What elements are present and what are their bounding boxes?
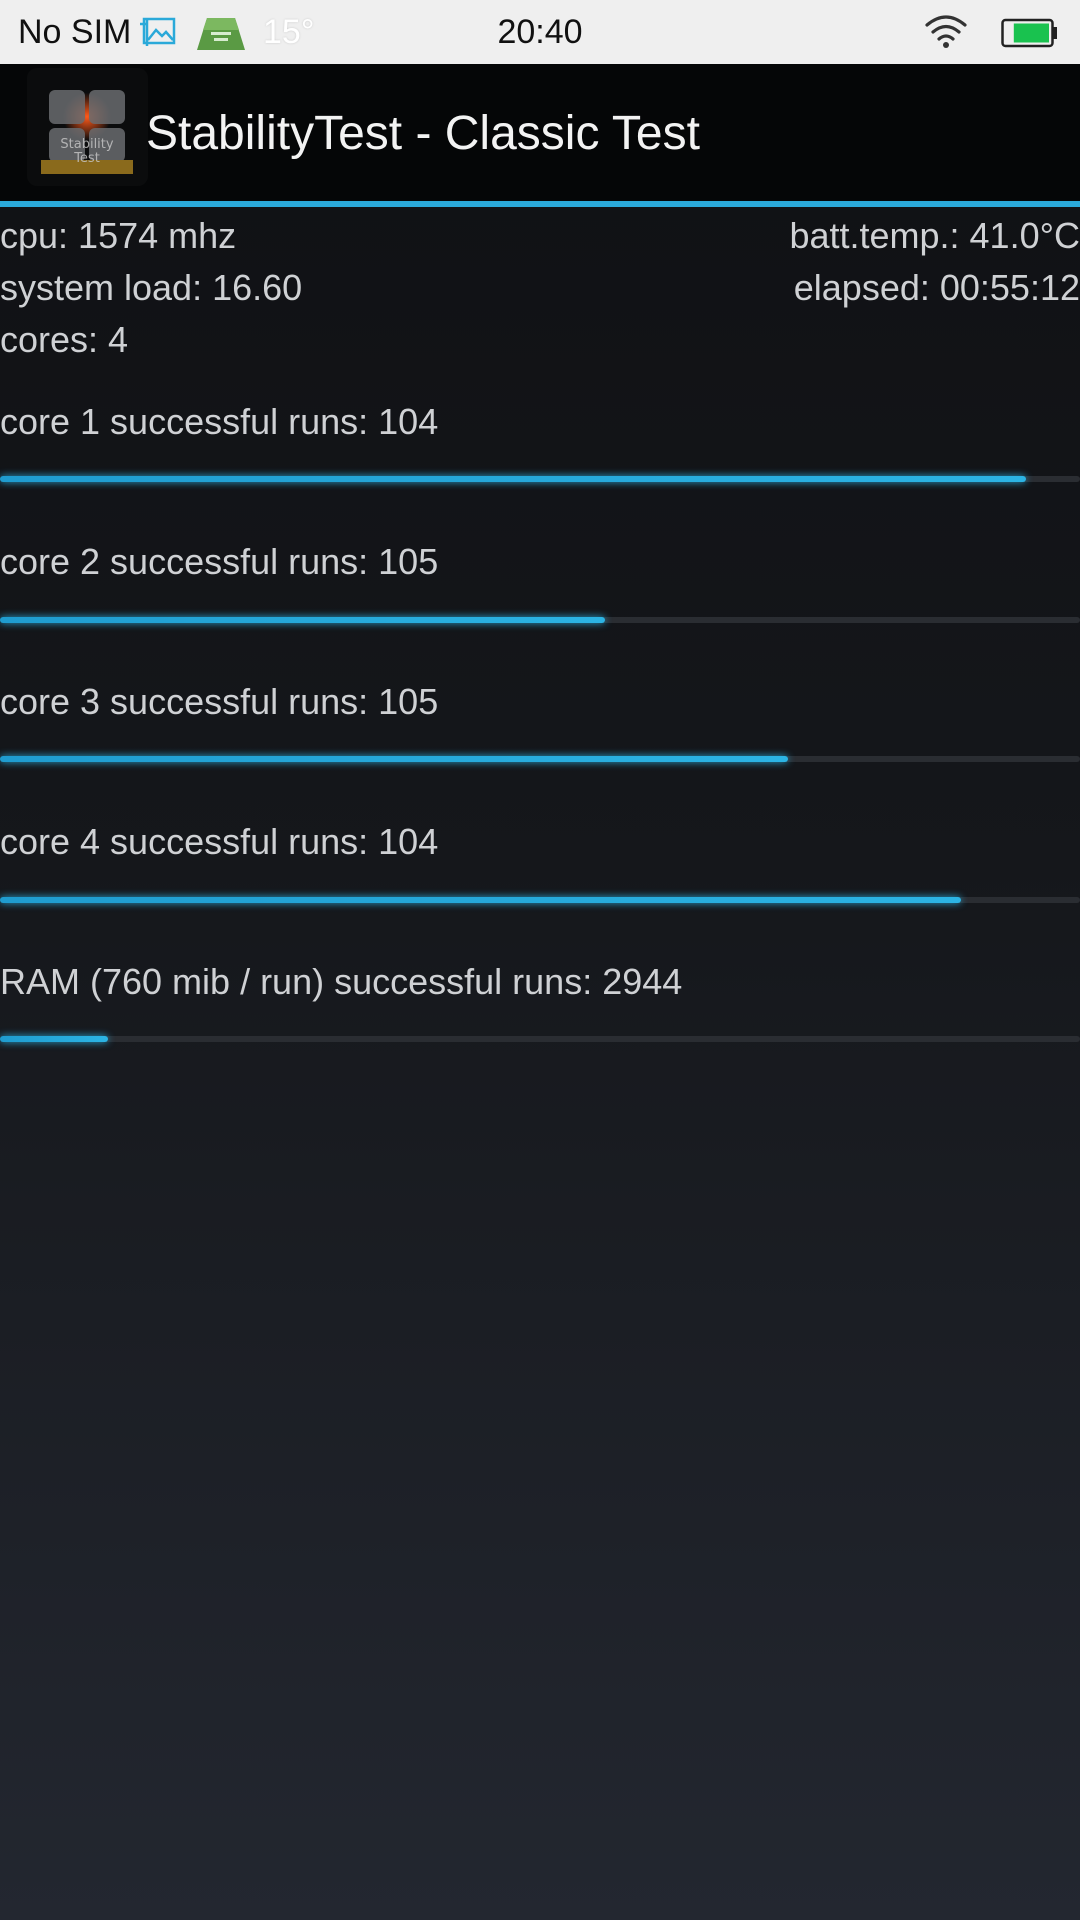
elapsed-time: elapsed: 00:55:12 bbox=[793, 267, 1080, 308]
app-logo-icon[interactable]: Stability Test bbox=[27, 68, 148, 186]
core-3-runs-label: core 3 successful runs: 105 bbox=[0, 681, 439, 722]
core-3-progress-fill bbox=[0, 756, 789, 762]
core-1-progress-fill bbox=[0, 476, 1026, 482]
core-4-progress-bar bbox=[0, 897, 1080, 903]
ram-progress-fill bbox=[0, 1036, 108, 1042]
ram-runs-label: RAM (760 mib / run) successful runs: 294… bbox=[0, 961, 683, 1002]
cpu-frequency: cpu: 1574 mhz bbox=[0, 215, 237, 256]
clock: 20:40 bbox=[497, 13, 583, 51]
core-2-progress-bar bbox=[0, 617, 1080, 623]
svg-text:Stability: Stability bbox=[60, 137, 114, 152]
wifi-icon bbox=[924, 13, 968, 49]
core-1-progress-bar bbox=[0, 476, 1080, 482]
core-3-progress-bar bbox=[0, 756, 1080, 762]
svg-text:Test: Test bbox=[73, 151, 100, 166]
battery-icon bbox=[1001, 18, 1059, 48]
action-bar-divider bbox=[0, 201, 1080, 207]
cores-count: cores: 4 bbox=[0, 319, 129, 360]
page-title: StabilityTest - Classic Test bbox=[146, 107, 700, 160]
core-2-runs-label: core 2 successful runs: 105 bbox=[0, 541, 439, 582]
ram-progress-bar bbox=[0, 1036, 1080, 1042]
core-2-progress-fill bbox=[0, 617, 605, 623]
core-4-progress-fill bbox=[0, 897, 962, 903]
status-bar: No SIM 15° 20:40 bbox=[0, 0, 1080, 64]
battery-temperature: batt.temp.: 41.0°C bbox=[789, 215, 1080, 256]
core-1-runs-label: core 1 successful runs: 104 bbox=[0, 401, 439, 442]
system-load: system load: 16.60 bbox=[0, 267, 303, 308]
action-bar: Stability Test StabilityTest - Classic T… bbox=[0, 64, 1080, 203]
core-4-runs-label: core 4 successful runs: 104 bbox=[0, 821, 439, 862]
